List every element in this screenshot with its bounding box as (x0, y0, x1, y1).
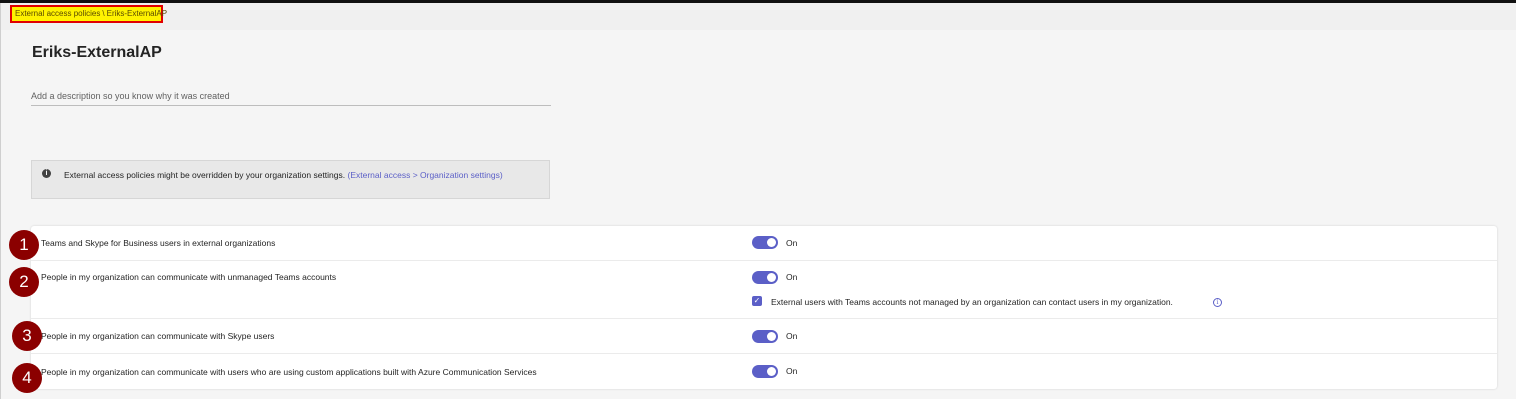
left-border (0, 3, 1, 399)
toggle-switch[interactable] (752, 236, 778, 249)
banner-message: External access policies might be overri… (64, 169, 534, 181)
setting-label: People in my organization can communicat… (41, 367, 537, 377)
setting-row-unmanaged-teams: People in my organization can communicat… (31, 261, 1497, 319)
toggle-knob (767, 367, 776, 376)
toggle-state-label: On (786, 238, 798, 248)
toggle-state-label: On (786, 272, 798, 282)
banner-text: External access policies might be overri… (64, 170, 346, 180)
description-input[interactable] (31, 87, 551, 106)
toggle-switch[interactable] (752, 271, 778, 284)
breadcrumb-bar (1, 3, 1516, 30)
setting-row-skype-users: People in my organization can communicat… (31, 319, 1497, 354)
annotation-marker-3: 3 (12, 321, 42, 351)
toggle-state-label: On (786, 331, 798, 341)
setting-label: People in my organization can communicat… (41, 331, 275, 341)
unmanaged-contact-checkbox[interactable]: ✓ (752, 296, 762, 306)
annotation-marker-1: 1 (9, 230, 39, 260)
breadcrumb-parent-link[interactable]: External access policies (15, 9, 100, 18)
toggle-state-label: On (786, 366, 798, 376)
toggle-knob (767, 332, 776, 341)
setting-row-external-orgs: Teams and Skype for Business users in ex… (31, 226, 1497, 261)
setting-row-azure-communication: People in my organization can communicat… (31, 354, 1497, 389)
annotation-marker-2: 2 (9, 267, 39, 297)
toggle-knob (767, 273, 776, 282)
toggle-knob (767, 238, 776, 247)
toggle-switch[interactable] (752, 365, 778, 378)
page-title: Eriks-ExternalAP (32, 44, 162, 61)
setting-label: People in my organization can communicat… (41, 272, 337, 282)
info-icon[interactable]: i (1213, 298, 1222, 307)
organization-settings-link[interactable]: (External access > Organization settings… (348, 170, 503, 180)
settings-card: Teams and Skype for Business users in ex… (31, 226, 1497, 389)
toggle-switch[interactable] (752, 330, 778, 343)
info-filled-icon: i (42, 169, 51, 178)
annotation-marker-4: 4 (12, 363, 42, 393)
breadcrumb-current: Eriks-ExternalAP (106, 9, 168, 18)
setting-label: Teams and Skype for Business users in ex… (41, 238, 276, 248)
checkbox-label: External users with Teams accounts not m… (771, 297, 1173, 307)
info-banner: i External access policies might be over… (31, 160, 550, 199)
breadcrumb: External access policies \ Eriks-ExternalA… (10, 5, 167, 23)
